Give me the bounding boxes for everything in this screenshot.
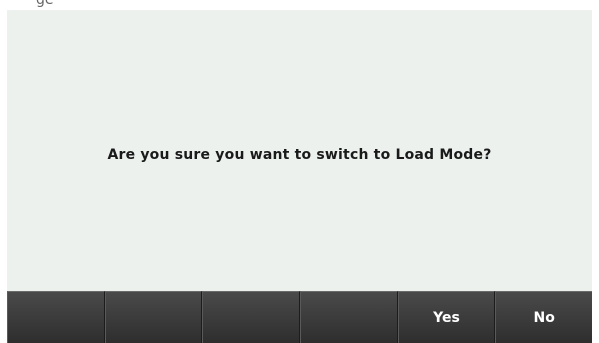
softkey-bar: Yes No (7, 291, 593, 343)
confirmation-message: Are you sure you want to switch to Load … (107, 147, 492, 163)
softkey-3[interactable] (202, 291, 301, 343)
softkey-2[interactable] (104, 291, 203, 343)
dialog-screen: Are you sure you want to switch to Load … (7, 10, 592, 291)
softkey-4[interactable] (300, 291, 398, 343)
top-clipped-strip: ge (0, 0, 599, 10)
clipped-header-text: ge (36, 0, 54, 8)
yes-button[interactable]: Yes (397, 291, 496, 343)
softkey-1[interactable] (7, 291, 105, 343)
no-button[interactable]: No (495, 291, 593, 343)
